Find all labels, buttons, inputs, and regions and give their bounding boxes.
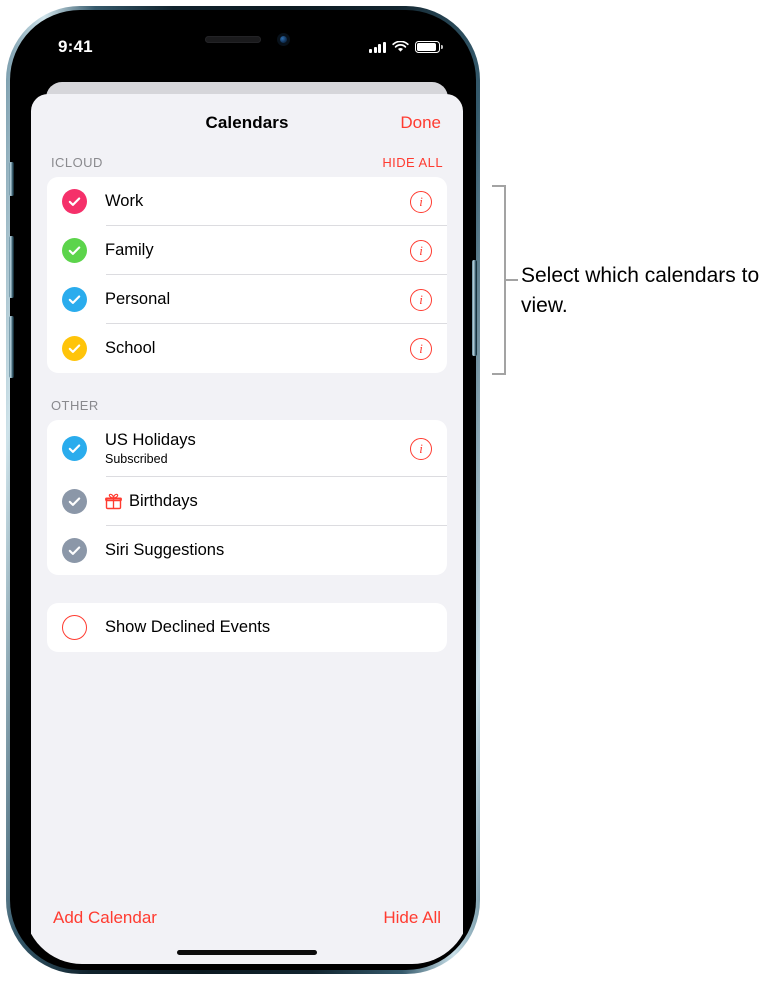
- calendar-label: Work: [105, 192, 144, 210]
- calendars-sheet: Calendars Done ICLOUD HIDE ALL Work i Fa…: [31, 94, 463, 964]
- calendar-row-text: US Holidays Subscribed: [105, 431, 410, 466]
- iphone-device: 9:41 Calendars Done ICLOUD HIDE ALL Work…: [6, 6, 480, 974]
- add-calendar-button[interactable]: Add Calendar: [53, 908, 157, 928]
- calendar-row-school[interactable]: School i: [47, 324, 447, 373]
- volume-up-button[interactable]: [9, 236, 14, 298]
- done-button[interactable]: Done: [400, 113, 441, 133]
- callout-text: Select which calendars to view.: [521, 264, 760, 317]
- icloud-calendars-card: Work i Family i Personal i School i: [47, 177, 447, 373]
- calendar-row-text: Work: [105, 192, 410, 211]
- section-title-icloud: ICLOUD: [51, 155, 103, 170]
- calendar-row-work[interactable]: Work i: [47, 177, 447, 226]
- home-indicator[interactable]: [177, 950, 317, 955]
- calendar-label: School: [105, 339, 156, 357]
- hide-all-button[interactable]: Hide All: [383, 908, 441, 928]
- volume-down-button[interactable]: [9, 316, 14, 378]
- calendar-row-personal[interactable]: Personal i: [47, 275, 447, 324]
- battery-icon: [415, 41, 443, 53]
- section-header-other: OTHER: [47, 395, 447, 420]
- calendar-row-text: School: [105, 339, 410, 358]
- device-bezel: 9:41 Calendars Done ICLOUD HIDE ALL Work…: [9, 10, 477, 970]
- calendar-row-birthdays[interactable]: Birthdays: [47, 477, 447, 526]
- calendar-sublabel: Subscribed: [105, 452, 168, 466]
- silent-switch-button[interactable]: [9, 162, 14, 196]
- front-camera-icon: [276, 32, 290, 46]
- status-icons: [369, 41, 443, 53]
- calendar-label-wrapper: Birthdays: [105, 492, 432, 511]
- calendar-label: Birthdays: [129, 492, 198, 510]
- show-declined-events-row[interactable]: Show Declined Events: [47, 603, 447, 652]
- info-icon-personal[interactable]: i: [410, 288, 432, 311]
- checkmark-siri-suggestions[interactable]: [62, 538, 87, 563]
- screenshot-stage: 9:41 Calendars Done ICLOUD HIDE ALL Work…: [0, 0, 766, 990]
- declined-label: Show Declined Events: [105, 618, 271, 636]
- calendars-list: ICLOUD HIDE ALL Work i Family i Personal…: [31, 152, 463, 890]
- calendar-row-text: Birthdays: [105, 492, 432, 511]
- callout-bracket: [492, 185, 506, 375]
- checkmark-school[interactable]: [62, 336, 87, 361]
- calendar-label: Siri Suggestions: [105, 541, 225, 559]
- other-calendars-card: US Holidays Subscribed i Birthdays Siri …: [47, 420, 447, 575]
- side-power-button[interactable]: [472, 260, 477, 356]
- checkmark-family[interactable]: [62, 238, 87, 263]
- declined-row-text: Show Declined Events: [105, 618, 432, 637]
- device-screen: 9:41 Calendars Done ICLOUD HIDE ALL Work…: [24, 24, 470, 964]
- section-header-icloud: ICLOUD HIDE ALL: [47, 152, 447, 177]
- calendar-row-us-holidays[interactable]: US Holidays Subscribed i: [47, 420, 447, 477]
- page-title: Calendars: [205, 113, 289, 132]
- callout-leader-line: [506, 279, 518, 281]
- gift-icon: [105, 493, 122, 510]
- checkmark-personal[interactable]: [62, 287, 87, 312]
- show-declined-events-card: Show Declined Events: [47, 603, 447, 652]
- info-icon-family[interactable]: i: [410, 239, 432, 262]
- calendar-row-text: Personal: [105, 290, 410, 309]
- calendar-row-siri-suggestions[interactable]: Siri Suggestions: [47, 526, 447, 575]
- sheet-nav-bar: Calendars Done: [31, 94, 463, 152]
- wifi-icon: [392, 41, 409, 52]
- checkmark-birthdays[interactable]: [62, 489, 87, 514]
- checkmark-show-declined-events[interactable]: [62, 615, 87, 640]
- status-time: 9:41: [58, 37, 93, 56]
- calendar-label: US Holidays: [105, 431, 196, 449]
- calendar-label: Personal: [105, 290, 171, 308]
- calendar-row-family[interactable]: Family i: [47, 226, 447, 275]
- calendar-row-text: Siri Suggestions: [105, 541, 432, 560]
- calendar-row-text: Family: [105, 241, 410, 260]
- checkmark-work[interactable]: [62, 189, 87, 214]
- section-title-other: OTHER: [51, 398, 99, 413]
- calendar-label: Family: [105, 241, 154, 259]
- cellular-icon: [369, 41, 386, 53]
- checkmark-us-holidays[interactable]: [62, 436, 87, 461]
- notch: [162, 24, 332, 54]
- info-icon-work[interactable]: i: [410, 190, 432, 213]
- info-icon-school[interactable]: i: [410, 337, 432, 360]
- hide-all-link[interactable]: HIDE ALL: [382, 155, 443, 170]
- speaker-grille-icon: [204, 35, 261, 43]
- info-icon-us-holidays[interactable]: i: [410, 437, 432, 460]
